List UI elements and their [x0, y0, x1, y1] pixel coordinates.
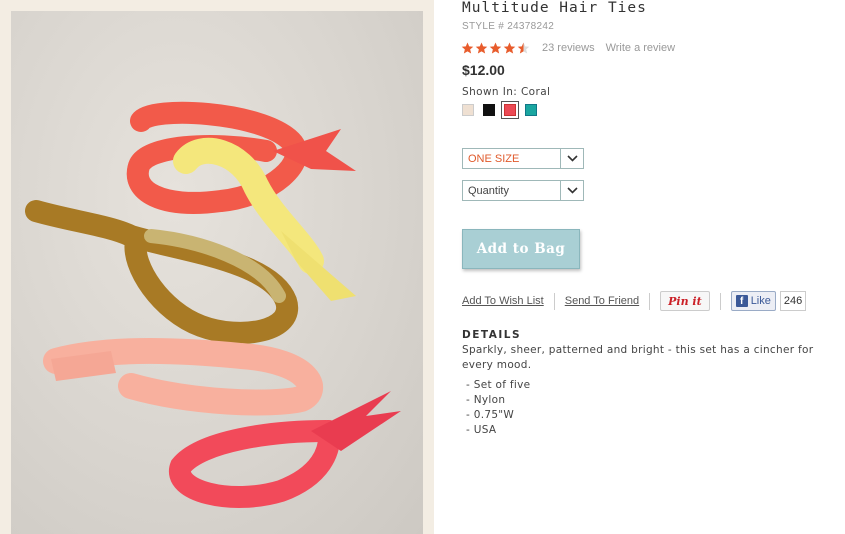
list-item: - Nylon — [466, 394, 506, 406]
add-to-bag-button[interactable]: Add to Bag — [462, 229, 580, 269]
swatch-black[interactable] — [483, 104, 495, 116]
divider — [553, 292, 555, 310]
chevron-down-icon — [560, 181, 583, 200]
share-actions: Add To Wish List Send To Friend Pin it f… — [462, 290, 807, 312]
product-title: Multitude Hair Ties — [462, 0, 647, 16]
product-image-frame — [0, 0, 434, 534]
list-item: - USA — [466, 424, 497, 436]
facebook-like-label: Like — [750, 295, 771, 307]
product-photo[interactable] — [11, 11, 423, 534]
half-star-icon — [517, 42, 530, 53]
facebook-like-count: 246 — [779, 291, 807, 311]
star-icon — [461, 42, 474, 53]
write-review-link[interactable]: Write a review — [606, 42, 675, 54]
size-select-value: ONE SIZE — [468, 153, 520, 165]
quantity-select[interactable]: Quantity — [462, 180, 584, 201]
add-to-wish-list-link[interactable]: Add To Wish List — [462, 295, 544, 307]
size-select[interactable]: ONE SIZE — [462, 148, 584, 169]
list-item: - Set of five — [466, 379, 531, 391]
divider — [719, 292, 721, 310]
star-icon — [489, 42, 502, 53]
star-icon — [475, 42, 488, 53]
details-list: - Set of five - Nylon - 0.75"W - USA — [466, 378, 530, 438]
swatch-coral[interactable] — [501, 101, 519, 119]
rating-row: 23 reviews Write a review — [461, 40, 675, 56]
star-icon — [503, 42, 516, 53]
price: $12.00 — [462, 62, 505, 78]
color-swatches — [462, 101, 537, 119]
facebook-like-button[interactable]: f Like — [730, 291, 776, 311]
hair-ties-illustration — [25, 101, 401, 508]
swatch-cream[interactable] — [462, 104, 474, 116]
star-rating — [461, 42, 530, 55]
facebook-icon: f — [735, 295, 748, 307]
chevron-down-icon — [560, 149, 583, 168]
style-number: STYLE # 24378242 — [462, 21, 555, 32]
pin-it-label: Pin it — [668, 294, 702, 308]
send-to-friend-link[interactable]: Send To Friend — [565, 295, 639, 307]
quantity-select-value: Quantity — [468, 185, 509, 197]
pin-it-button[interactable]: Pin it — [660, 291, 710, 311]
details-heading: DETAILS — [462, 329, 522, 341]
shown-in-label: Shown In: Coral — [462, 86, 551, 98]
divider — [649, 292, 651, 310]
list-item: - 0.75"W — [466, 409, 515, 421]
product-description: Sparkly, sheer, patterned and bright - t… — [462, 344, 814, 371]
swatch-teal[interactable] — [525, 104, 537, 116]
reviews-link[interactable]: 23 reviews — [542, 42, 595, 54]
